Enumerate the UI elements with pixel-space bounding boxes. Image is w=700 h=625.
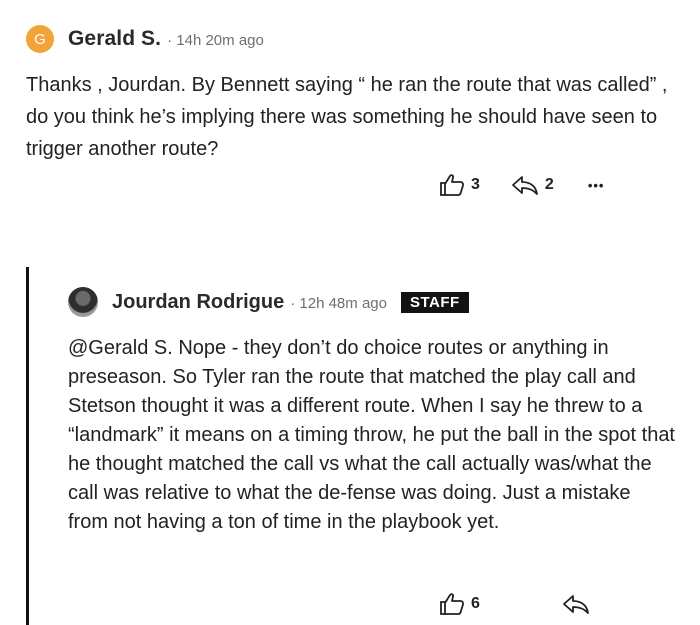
reply-author[interactable]: Jourdan Rodrigue [112,291,284,314]
avatar-initial: G [34,30,46,48]
reply-actions: 6 [439,592,590,616]
reply-button[interactable] [562,593,590,615]
reply-timestamp: · 12h 48m ago [290,294,387,312]
avatar[interactable]: G [26,25,54,53]
reply-comment: Jourdan Rodrigue · 12h 48m ago STAFF @Ge… [68,285,678,537]
comment-header: G Gerald S. · 14h 20m ago [26,22,676,56]
more-label: ••• [587,177,605,193]
thread-line [26,267,29,625]
reply-button[interactable]: 2 [511,174,554,196]
reply-arrow-icon [512,176,538,195]
comment-body: Thanks , Jourdan. By Bennett saying “ he… [26,74,668,160]
like-count: 3 [471,176,480,193]
thumbs-up-icon [440,593,465,615]
avatar[interactable] [68,287,98,317]
like-button[interactable]: 6 [439,592,480,616]
reply-count: 2 [544,176,554,193]
comment-timestamp: · 14h 20m ago [167,31,264,49]
like-count: 6 [471,595,480,612]
more-dots-icon[interactable]: ••• [588,178,605,193]
reply-body: @Gerald S. Nope - they don’t do choice r… [68,337,675,533]
like-button[interactable]: 3 [439,173,480,197]
comment-author[interactable]: Gerald S. [68,27,161,51]
staff-badge: STAFF [400,291,469,313]
thumbs-up-icon [440,174,465,196]
reply-header: Jourdan Rodrigue · 12h 48m ago STAFF [68,285,678,319]
comment: G Gerald S. · 14h 20m ago Thanks , Jourd… [26,22,676,165]
comment-actions: 3 2 ••• [439,173,604,197]
reply-arrow-icon [563,595,589,614]
